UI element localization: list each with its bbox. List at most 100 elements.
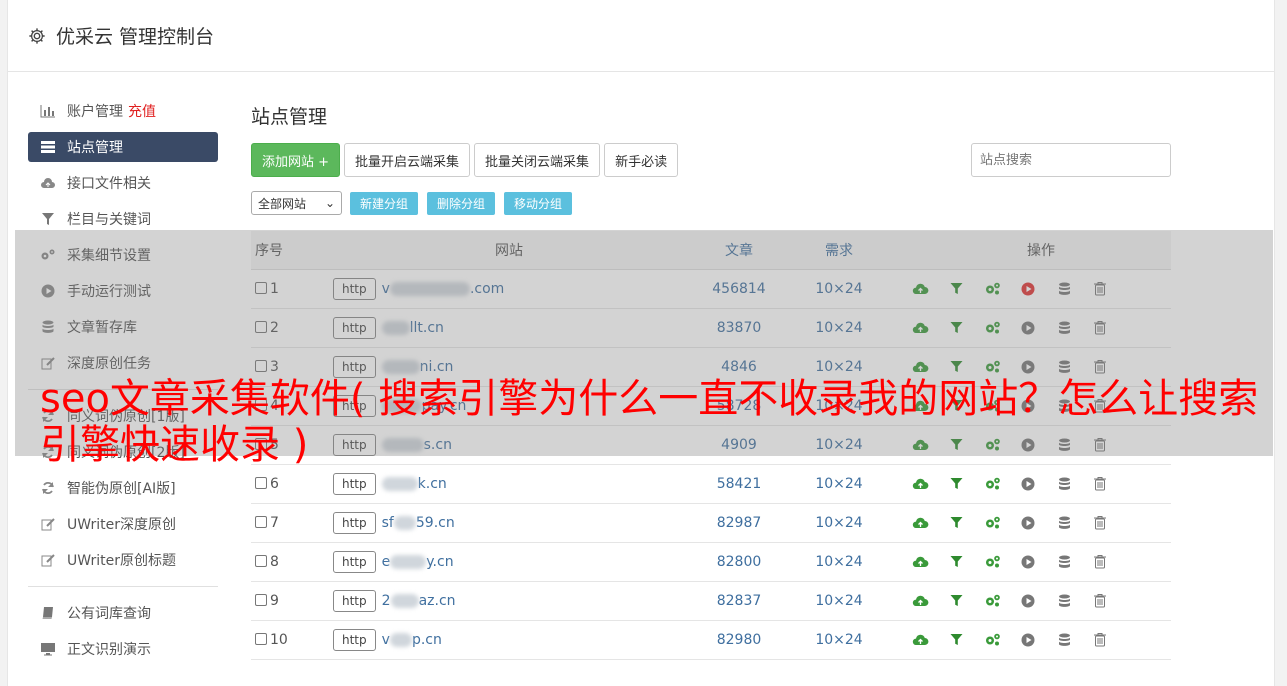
trash-icon[interactable] bbox=[1091, 553, 1109, 571]
delete-group-button[interactable]: 删除分组 bbox=[427, 191, 496, 215]
cloud-upload-icon[interactable] bbox=[911, 553, 929, 571]
article-count[interactable]: 82987 bbox=[689, 503, 789, 543]
play-circle-icon[interactable] bbox=[1019, 514, 1037, 532]
http-badge[interactable]: http bbox=[333, 277, 376, 300]
cogs-icon[interactable] bbox=[983, 553, 1001, 571]
trash-icon[interactable] bbox=[1091, 280, 1109, 298]
article-count[interactable]: 82837 bbox=[689, 581, 789, 621]
http-badge[interactable]: http bbox=[333, 355, 376, 378]
sidebar-item-3[interactable]: 接口文件相关 bbox=[28, 165, 218, 201]
filter-icon[interactable] bbox=[947, 319, 965, 337]
play-circle-icon[interactable] bbox=[1019, 631, 1037, 649]
http-badge[interactable]: http bbox=[333, 472, 376, 495]
trash-icon[interactable] bbox=[1091, 592, 1109, 610]
cogs-icon[interactable] bbox=[983, 280, 1001, 298]
database-icon[interactable] bbox=[1055, 358, 1073, 376]
row-checkbox[interactable] bbox=[255, 632, 267, 645]
cogs-icon[interactable] bbox=[983, 631, 1001, 649]
play-circle-icon[interactable] bbox=[1019, 280, 1037, 298]
filter-icon[interactable] bbox=[947, 280, 965, 298]
sidebar-item-4[interactable]: 栏目与关键词 bbox=[28, 201, 218, 237]
row-checkbox[interactable] bbox=[255, 554, 267, 567]
database-icon[interactable] bbox=[1055, 592, 1073, 610]
cloud-upload-icon[interactable] bbox=[911, 514, 929, 532]
filter-icon[interactable] bbox=[947, 553, 965, 571]
sidebar-item-6[interactable]: 手动运行测试 bbox=[28, 273, 218, 309]
sidebar-item-12[interactable]: UWriter深度原创 bbox=[28, 506, 218, 542]
trash-icon[interactable] bbox=[1091, 319, 1109, 337]
requirement[interactable]: 10×24 bbox=[789, 620, 889, 660]
row-checkbox[interactable] bbox=[255, 515, 267, 528]
http-badge[interactable]: http bbox=[333, 628, 376, 651]
sidebar-item-5[interactable]: 采集细节设置 bbox=[28, 237, 218, 273]
beginner-guide-button[interactable]: 新手必读 bbox=[604, 143, 679, 177]
play-circle-icon[interactable] bbox=[1019, 358, 1037, 376]
cloud-upload-icon[interactable] bbox=[911, 319, 929, 337]
http-badge[interactable]: http bbox=[333, 550, 376, 573]
play-circle-icon[interactable] bbox=[1019, 319, 1037, 337]
move-group-button[interactable]: 移动分组 bbox=[504, 191, 573, 215]
requirement[interactable]: 10×24 bbox=[789, 269, 889, 309]
site-domain-link[interactable]: .com bbox=[470, 281, 504, 297]
filter-icon[interactable] bbox=[947, 358, 965, 376]
row-checkbox[interactable] bbox=[255, 476, 267, 489]
http-badge[interactable]: http bbox=[333, 589, 376, 612]
site-domain-link[interactable]: k.cn bbox=[418, 476, 447, 492]
recharge-link[interactable]: 充值 bbox=[128, 101, 156, 121]
sidebar-item-14[interactable]: 公有词库查询 bbox=[28, 595, 218, 631]
database-icon[interactable] bbox=[1055, 514, 1073, 532]
site-domain-link[interactable]: y.cn bbox=[426, 554, 453, 570]
sidebar-item-15[interactable]: 正文识别演示 bbox=[28, 631, 218, 667]
sidebar-item-7[interactable]: 文章暂存库 bbox=[28, 309, 218, 345]
cloud-upload-icon[interactable] bbox=[911, 475, 929, 493]
play-circle-icon[interactable] bbox=[1019, 475, 1037, 493]
site-domain-link[interactable]: az.cn bbox=[419, 593, 456, 609]
play-circle-icon[interactable] bbox=[1019, 592, 1037, 610]
database-icon[interactable] bbox=[1055, 319, 1073, 337]
requirement[interactable]: 10×24 bbox=[789, 581, 889, 621]
database-icon[interactable] bbox=[1055, 475, 1073, 493]
http-badge[interactable]: http bbox=[333, 316, 376, 339]
article-count[interactable]: 456814 bbox=[689, 269, 789, 309]
site-domain-link[interactable]: llt.cn bbox=[410, 320, 444, 336]
row-checkbox[interactable] bbox=[255, 281, 267, 294]
sidebar-item-11[interactable]: 智能伪原创[AI版] bbox=[28, 470, 218, 506]
add-site-button[interactable]: 添加网站 + bbox=[251, 143, 341, 177]
cloud-upload-icon[interactable] bbox=[911, 631, 929, 649]
sidebar-item-2[interactable]: 站点管理 bbox=[28, 132, 218, 162]
cloud-upload-icon[interactable] bbox=[911, 358, 929, 376]
article-count[interactable]: 83870 bbox=[689, 308, 789, 348]
row-checkbox[interactable] bbox=[255, 359, 267, 372]
filter-icon[interactable] bbox=[947, 514, 965, 532]
trash-icon[interactable] bbox=[1091, 514, 1109, 532]
database-icon[interactable] bbox=[1055, 280, 1073, 298]
site-search-input[interactable] bbox=[971, 143, 1171, 177]
row-checkbox[interactable] bbox=[255, 320, 267, 333]
cogs-icon[interactable] bbox=[983, 475, 1001, 493]
trash-icon[interactable] bbox=[1091, 631, 1109, 649]
requirement[interactable]: 10×24 bbox=[789, 503, 889, 543]
filter-icon[interactable] bbox=[947, 475, 965, 493]
row-checkbox[interactable] bbox=[255, 593, 267, 606]
cogs-icon[interactable] bbox=[983, 319, 1001, 337]
database-icon[interactable] bbox=[1055, 631, 1073, 649]
site-domain-link[interactable]: 59.cn bbox=[416, 515, 455, 531]
batch-enable-cloud-button[interactable]: 批量开启云端采集 bbox=[344, 143, 471, 177]
cogs-icon[interactable] bbox=[983, 514, 1001, 532]
cogs-icon[interactable] bbox=[983, 358, 1001, 376]
trash-icon[interactable] bbox=[1091, 475, 1109, 493]
new-group-button[interactable]: 新建分组 bbox=[350, 191, 419, 215]
play-circle-icon[interactable] bbox=[1019, 553, 1037, 571]
site-domain-link[interactable]: ni.cn bbox=[420, 359, 454, 375]
article-count[interactable]: 58421 bbox=[689, 464, 789, 504]
cloud-upload-icon[interactable] bbox=[911, 280, 929, 298]
article-count[interactable]: 82980 bbox=[689, 620, 789, 660]
group-select[interactable]: 全部网站 ⌄ bbox=[251, 191, 342, 215]
batch-disable-cloud-button[interactable]: 批量关闭云端采集 bbox=[474, 143, 601, 177]
requirement[interactable]: 10×24 bbox=[789, 464, 889, 504]
cloud-upload-icon[interactable] bbox=[911, 592, 929, 610]
database-icon[interactable] bbox=[1055, 553, 1073, 571]
http-badge[interactable]: http bbox=[333, 511, 376, 534]
sidebar-item-1[interactable]: 账户管理 充值 bbox=[28, 93, 218, 129]
site-domain-link[interactable]: p.cn bbox=[412, 632, 442, 648]
